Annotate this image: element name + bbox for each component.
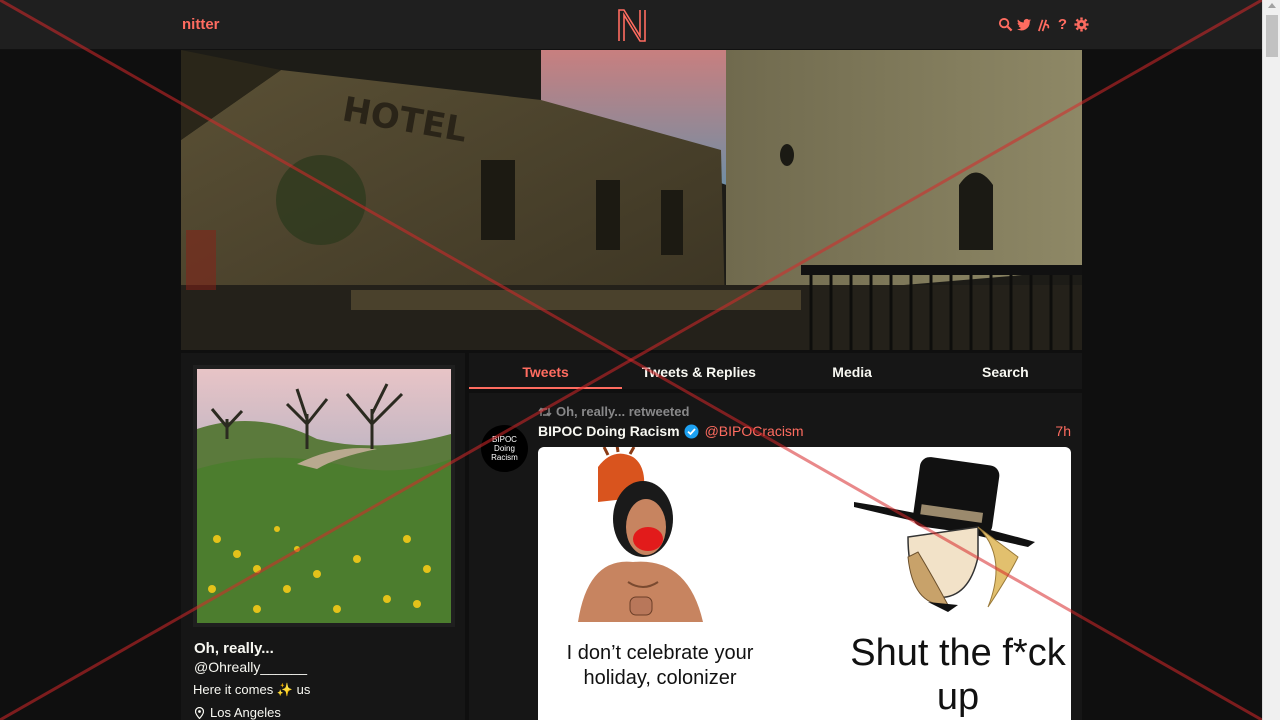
meme-left-caption: I don’t celebrate your holiday, colonize…	[566, 642, 754, 689]
tab-search[interactable]: Search	[929, 353, 1082, 389]
profile-bio: Here it comes ✨ us	[193, 682, 311, 697]
timeline-tabs: Tweets Tweets & Replies Media Search	[469, 353, 1082, 389]
top-navbar: nitter ?	[0, 0, 1262, 50]
retweet-icon	[538, 406, 552, 417]
meme-right-caption: Shut the f*ck up	[850, 632, 1066, 718]
profile-card: Oh, really... @Ohreally______ Here it co…	[181, 353, 465, 720]
profile-avatar[interactable]	[193, 365, 455, 627]
tweet-date[interactable]: 7h	[1055, 423, 1071, 439]
brand-link[interactable]: nitter	[182, 16, 220, 33]
gear-icon[interactable]	[1074, 16, 1089, 33]
profile-location-text: Los Angeles	[210, 705, 281, 720]
verified-badge-icon	[684, 424, 699, 439]
profile-fullname[interactable]: Oh, really...	[194, 640, 274, 657]
tab-media[interactable]: Media	[776, 353, 929, 389]
tab-tweets-replies[interactable]: Tweets & Replies	[622, 353, 775, 389]
tweet-header: BIPOC Doing Racism @BIPOCracism 7h	[538, 423, 1071, 439]
tweet-avatar[interactable]: BIPOC Doing Racism	[481, 425, 528, 472]
help-icon[interactable]: ?	[1055, 16, 1070, 33]
retweet-header-text[interactable]: Oh, really... retweeted	[556, 404, 689, 419]
rss-icon[interactable]	[1036, 16, 1051, 33]
page-scrollbar[interactable]	[1262, 0, 1280, 720]
tweet-username[interactable]: @BIPOCracism	[705, 423, 804, 439]
search-icon[interactable]	[998, 16, 1013, 33]
timeline: BIPOC Doing Racism Oh, really... retweet…	[469, 393, 1082, 720]
location-pin-icon	[195, 706, 204, 719]
tweet-media-image[interactable]: I don’t celebrate your holiday, colonize…	[538, 447, 1071, 720]
nitter-logo-icon[interactable]	[614, 6, 650, 44]
bird-icon[interactable]	[1017, 16, 1032, 33]
banner-image: HOTEL	[181, 50, 1082, 350]
tweet-fullname[interactable]: BIPOC Doing Racism	[538, 423, 680, 439]
nav-icons: ?	[998, 16, 1089, 33]
scroll-up-arrow-icon[interactable]	[1268, 3, 1276, 8]
retweet-header: Oh, really... retweeted	[538, 404, 689, 419]
profile-banner[interactable]: HOTEL	[181, 50, 1082, 350]
profile-username[interactable]: @Ohreally______	[194, 659, 307, 675]
avatar-image	[197, 369, 451, 623]
profile-location: Los Angeles	[195, 705, 281, 720]
scroll-thumb[interactable]	[1266, 15, 1278, 57]
tab-tweets[interactable]: Tweets	[469, 353, 623, 389]
